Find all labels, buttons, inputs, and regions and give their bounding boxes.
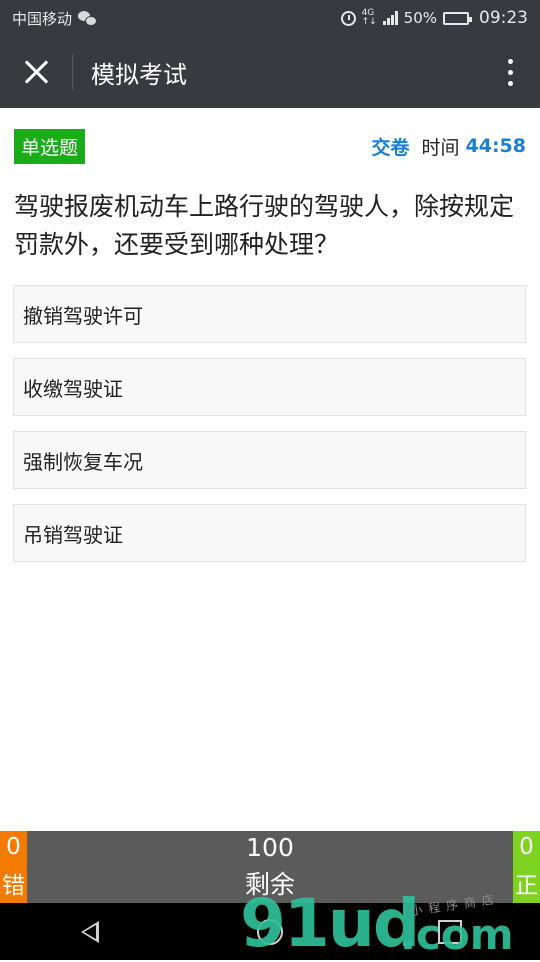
remaining-label: 剩余: [244, 870, 295, 900]
signal-icon: [382, 11, 398, 25]
correct-counter[interactable]: 0 正: [513, 831, 540, 903]
option-label: 吊销驾驶证: [23, 522, 123, 547]
page-title: 模拟考试: [91, 60, 187, 89]
recent-apps-icon: [438, 919, 462, 944]
title-bar: 模拟考试: [0, 36, 540, 108]
carrier-label: 中国移动: [12, 9, 73, 28]
status-left: 中国移动: [12, 8, 98, 29]
wrong-count: 0: [6, 834, 21, 860]
more-button[interactable]: [480, 36, 540, 108]
home-icon: [257, 918, 283, 945]
close-icon: [23, 59, 49, 85]
home-button[interactable]: [240, 903, 300, 960]
battery-percent: 50%: [403, 9, 437, 27]
timer-value: 44:58: [465, 135, 526, 157]
option-label: 撤销驾驶许可: [23, 303, 143, 328]
back-button[interactable]: [60, 903, 120, 960]
submit-exam-button[interactable]: 交卷: [371, 133, 409, 160]
status-bar: 中国移动 4G ↑↓ 50% 09:23: [0, 0, 540, 36]
alarm-icon: [340, 10, 356, 26]
stats-bar: 100 剩余 0 错 0 正: [0, 831, 540, 903]
exam-controls: 交卷 时间 44:58: [371, 133, 526, 160]
status-right: 4G ↑↓ 50% 09:23: [340, 8, 528, 28]
wrong-label: 错: [2, 873, 25, 899]
option-b[interactable]: 收缴驾驶证: [13, 358, 526, 416]
close-button[interactable]: [0, 36, 72, 108]
correct-count: 0: [519, 834, 534, 860]
battery-icon: [443, 11, 472, 25]
option-label: 强制恢复车况: [23, 449, 143, 474]
option-label: 收缴驾驶证: [23, 376, 123, 401]
more-vertical-icon: [507, 58, 513, 86]
back-icon: [81, 920, 99, 943]
timer-label: 时间: [421, 136, 460, 159]
option-a[interactable]: 撤销驾驶许可: [13, 285, 526, 343]
question-type-badge: 单选题: [14, 128, 86, 164]
wechat-icon: [78, 11, 98, 26]
navigation-bar: [0, 903, 540, 960]
option-c[interactable]: 强制恢复车况: [13, 431, 526, 489]
exam-header: 单选题 交卷 时间 44:58: [14, 128, 526, 164]
title-divider: [72, 54, 73, 90]
option-d[interactable]: 吊销驾驶证: [13, 504, 526, 562]
remaining-count: 100: [246, 832, 294, 862]
clock: 09:23: [479, 8, 528, 28]
recent-apps-button[interactable]: [420, 903, 480, 960]
question-text: 驾驶报废机动车上路行驶的驾驶人，除按规定罚款外，还要受到哪种处理？: [14, 192, 515, 259]
remaining-counter[interactable]: 100 剩余: [0, 831, 540, 903]
options-list: 撤销驾驶许可 收缴驾驶证 强制恢复车况 吊销驾驶证: [13, 285, 526, 577]
network-type: 4G ↑↓: [362, 9, 377, 27]
network-type-bottom: ↑↓: [361, 17, 377, 27]
correct-label: 正: [515, 873, 538, 899]
wrong-counter[interactable]: 0 错: [0, 831, 27, 903]
